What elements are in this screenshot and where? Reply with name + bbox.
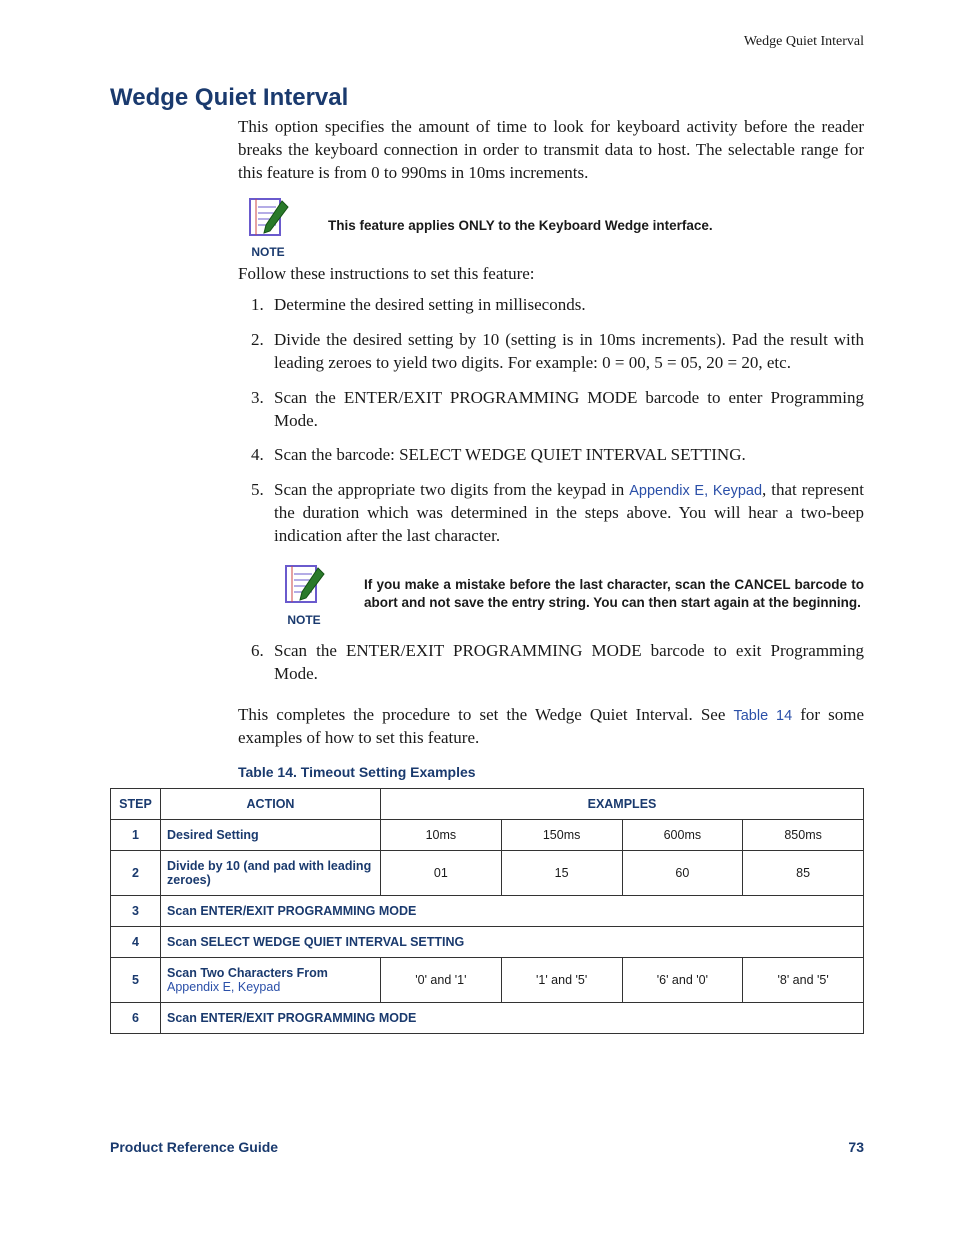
step-4: Scan the barcode: SELECT WEDGE QUIET INT… <box>268 444 864 467</box>
step-2: Divide the desired setting by 10 (settin… <box>268 329 864 375</box>
follow-text: Follow these instructions to set this fe… <box>238 263 864 286</box>
header-examples: EXAMPLES <box>381 789 864 820</box>
footer-left: Product Reference Guide <box>110 1139 278 1155</box>
notepad-icon <box>280 560 328 608</box>
header-action: ACTION <box>161 789 381 820</box>
table-header-row: STEP ACTION EXAMPLES <box>111 789 864 820</box>
instruction-list: Determine the desired setting in millise… <box>238 294 864 687</box>
note-label: NOTE <box>287 612 320 628</box>
table-row: 5 Scan Two Characters From Appendix E, K… <box>111 958 864 1003</box>
step-6: Scan the ENTER/EXIT PROGRAMMING MODE bar… <box>268 640 864 686</box>
table-row: 6 Scan ENTER/EXIT PROGRAMMING MODE <box>111 1003 864 1034</box>
step-3: Scan the ENTER/EXIT PROGRAMMING MODE bar… <box>268 387 864 433</box>
step-5: Scan the appropriate two digits from the… <box>268 479 864 628</box>
note-block-2: NOTE If you make a mistake before the la… <box>274 560 864 628</box>
table-row: 1 Desired Setting 10ms 150ms 600ms 850ms <box>111 820 864 851</box>
page-footer: Product Reference Guide 73 <box>110 1139 864 1155</box>
running-header: Wedge Quiet Interval <box>110 34 864 50</box>
section-title: Wedge Quiet Interval <box>110 84 864 112</box>
note-block: NOTE This feature applies ONLY to the Ke… <box>238 193 864 259</box>
table-row: 3 Scan ENTER/EXIT PROGRAMMING MODE <box>111 896 864 927</box>
notepad-icon <box>244 193 292 241</box>
table-14-link[interactable]: Table 14 <box>733 708 792 724</box>
intro-paragraph: This option specifies the amount of time… <box>238 116 864 185</box>
appendix-e-link-table[interactable]: Appendix E, Keypad <box>167 980 280 994</box>
examples-table: STEP ACTION EXAMPLES 1 Desired Setting 1… <box>110 788 864 1034</box>
note-label: NOTE <box>251 245 284 259</box>
closing-paragraph: This completes the procedure to set the … <box>238 704 864 750</box>
table-row: 2 Divide by 10 (and pad with leading zer… <box>111 851 864 896</box>
header-step: STEP <box>111 789 161 820</box>
note-text: If you make a mistake before the last ch… <box>364 576 864 612</box>
step-1: Determine the desired setting in millise… <box>268 294 864 317</box>
table-row: 4 Scan SELECT WEDGE QUIET INTERVAL SETTI… <box>111 927 864 958</box>
appendix-e-link[interactable]: Appendix E, Keypad <box>629 483 762 499</box>
table-title: Table 14. Timeout Setting Examples <box>238 764 864 780</box>
note-text: This feature applies ONLY to the Keyboar… <box>328 217 864 235</box>
footer-page-number: 73 <box>848 1139 864 1155</box>
